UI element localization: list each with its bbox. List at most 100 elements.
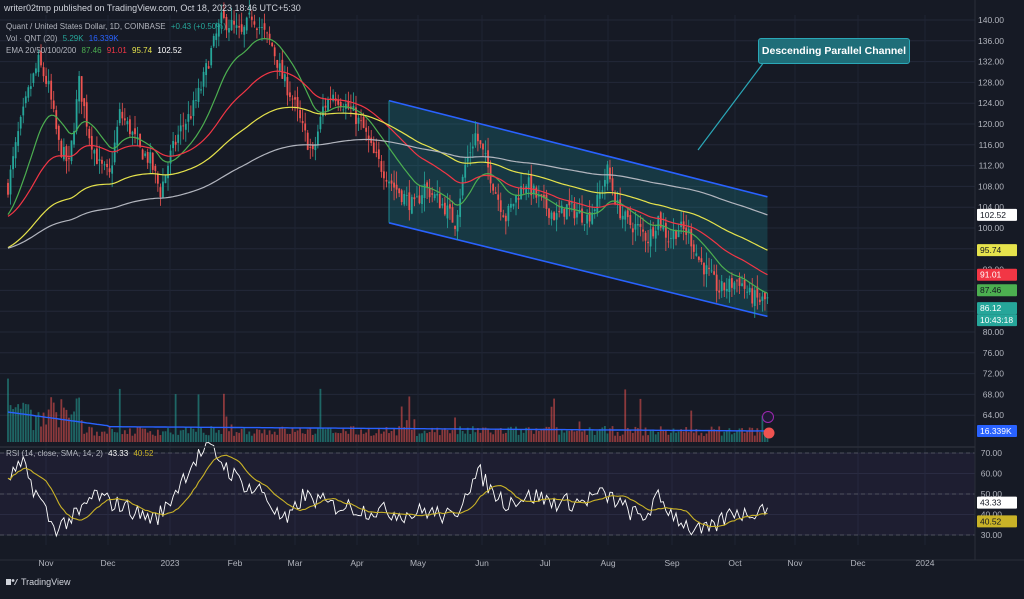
candle-body <box>96 148 98 164</box>
price-tick-label: 80.00 <box>983 327 1005 337</box>
volume-bar <box>405 420 408 442</box>
price-tick-label: 64.00 <box>983 410 1005 420</box>
volume-bar <box>578 421 581 442</box>
candle-body <box>438 193 441 209</box>
candle-body <box>32 73 35 84</box>
volume-bar <box>296 430 299 442</box>
candle-body <box>215 33 218 40</box>
candle-body <box>294 97 296 100</box>
chart[interactable]: 140.00 136.00 132.00 128.00 124.00 120.00 116.… <box>0 0 1024 594</box>
annotation-callout[interactable]: Descending Parallel Channel <box>758 38 910 64</box>
candle-body <box>141 149 144 160</box>
chart-canvas[interactable]: 140.00 136.00 132.00 128.00 124.00 120.00 116.… <box>0 0 1024 594</box>
candle-body <box>253 21 256 25</box>
candle-body <box>477 133 479 142</box>
price-tick-label: 132.00 <box>978 57 1004 67</box>
volume-bar <box>692 432 695 442</box>
tradingview-logo[interactable]: TradingView <box>6 577 71 587</box>
candle-body <box>184 123 187 130</box>
candle-body <box>207 66 210 69</box>
volume-bar <box>129 428 131 442</box>
volume-bar <box>596 430 599 442</box>
volume-bar <box>205 434 208 442</box>
candle-body <box>131 131 134 135</box>
candle-body <box>550 212 553 219</box>
price-candle <box>141 148 144 160</box>
volume-bar <box>477 428 479 442</box>
price-candle <box>565 204 568 220</box>
time-tick-label: Dec <box>850 558 866 568</box>
candle-body <box>748 287 751 293</box>
volume-bar <box>720 435 723 442</box>
volume-bar <box>748 427 751 442</box>
candle-body <box>172 141 174 149</box>
candle-body <box>634 223 637 230</box>
volume-bar <box>123 430 126 442</box>
volume-bar <box>662 430 665 442</box>
price-candle <box>553 210 555 221</box>
volume-bar <box>80 420 83 442</box>
ema-value-200: 102.52 <box>157 46 182 55</box>
candle-body <box>90 136 93 150</box>
candle-body <box>428 188 431 198</box>
time-tick-label: 2024 <box>916 558 935 568</box>
volume-bar <box>225 416 228 442</box>
candle-body <box>47 80 50 85</box>
candle-body <box>436 193 439 196</box>
candle-body <box>365 127 368 132</box>
volume-bar <box>258 429 261 442</box>
rsi-badge: 43.33 <box>977 496 1017 509</box>
candle-body <box>649 229 652 247</box>
volume-bar <box>200 427 202 442</box>
volume-bar <box>291 427 294 442</box>
volume-bar <box>238 432 241 442</box>
symbol-line: Quant / United States Dollar, 1D, COINBA… <box>6 22 166 31</box>
candle-body <box>527 177 530 190</box>
volume-bar <box>146 432 149 442</box>
candle-body <box>121 111 124 119</box>
candle-body <box>629 215 632 225</box>
candle-body <box>746 291 749 293</box>
candle-body <box>151 152 154 170</box>
candle-body <box>738 277 741 286</box>
ema-value-20: 87.46 <box>81 46 102 55</box>
candle-body <box>395 184 398 190</box>
volume-bar <box>253 433 256 442</box>
candle-body <box>108 168 111 173</box>
volume-bar <box>212 427 215 442</box>
candle-body <box>644 232 647 241</box>
volume-bar <box>611 426 614 442</box>
volume-bar <box>436 427 439 442</box>
volume-bar <box>492 434 495 442</box>
candle-body <box>200 89 202 91</box>
volume-bar <box>55 412 58 442</box>
volume-bar <box>68 417 70 442</box>
volume-bar <box>250 435 253 442</box>
volume-bar <box>568 430 571 442</box>
candle-body <box>154 165 157 171</box>
candle-body <box>177 134 180 143</box>
ohlc-change: +0.43 (+0.50%) <box>170 22 227 31</box>
candle-body <box>545 194 548 209</box>
volume-bar <box>697 435 700 442</box>
volume-bar <box>27 404 30 442</box>
volume-bar <box>705 433 708 442</box>
candle-body <box>149 152 152 164</box>
ema50-badge: 91.01 <box>977 268 1017 281</box>
volume-bar <box>98 435 101 442</box>
candle-body <box>273 47 276 57</box>
candle-body <box>517 198 520 200</box>
price-candle <box>151 152 154 174</box>
volume-bar <box>192 428 195 442</box>
candle-body <box>101 159 103 164</box>
candle-body <box>182 125 185 127</box>
candle-body <box>403 194 406 205</box>
candle-body <box>421 195 423 205</box>
ema100-badge-text: 95.74 <box>980 245 1002 255</box>
volume-bar <box>540 429 543 442</box>
candle-body <box>367 135 370 140</box>
volume-bar <box>670 432 672 442</box>
candle-body <box>263 23 266 30</box>
volume-bar <box>687 432 690 442</box>
volume-bar <box>62 407 65 442</box>
